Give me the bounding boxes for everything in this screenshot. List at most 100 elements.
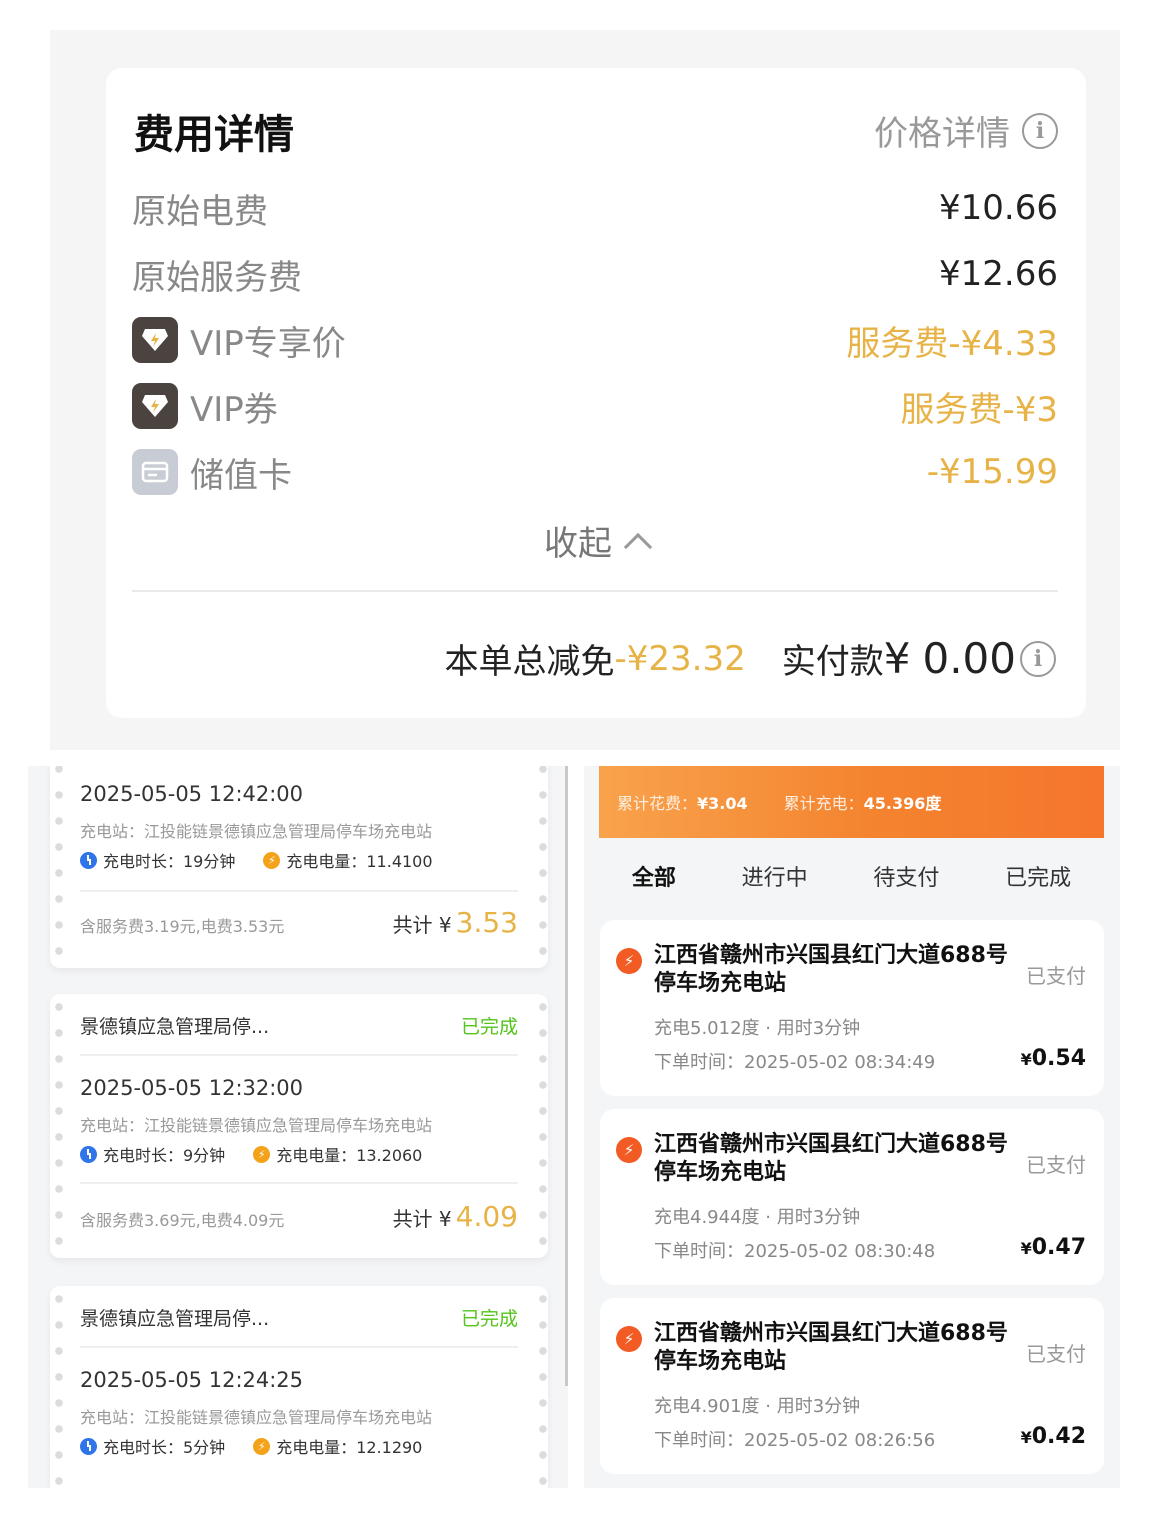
divider bbox=[80, 890, 518, 892]
spend-label: 累计花费： bbox=[617, 794, 698, 813]
clock-icon bbox=[80, 1437, 97, 1455]
fee-row-value: -¥15.99 bbox=[926, 452, 1058, 492]
order-station: 充电站：江投能链景德镇应急管理局停车场充电站 bbox=[80, 1116, 433, 1135]
record-usage: 充电5.012度 · 用时3分钟 bbox=[654, 1018, 861, 1039]
record-title: 江西省赣州市兴国县红门大道688号停车场充电站 bbox=[654, 943, 1008, 996]
order-station: 充电站：江投能链景德镇应急管理局停车场充电站 bbox=[80, 1408, 433, 1427]
order-time: 2025-05-05 12:42:00 bbox=[80, 782, 304, 806]
order-station: 充电站：江投能链景德镇应急管理局停车场充电站 bbox=[80, 822, 433, 841]
scrollbar[interactable] bbox=[565, 766, 568, 1386]
status-badge: 已支付 bbox=[1026, 1153, 1086, 1177]
divider bbox=[132, 590, 1058, 592]
discount-value: -¥23.32 bbox=[614, 638, 746, 679]
price-detail-link[interactable]: 价格详情 i bbox=[874, 106, 1058, 155]
record-usage: 充电4.944度 · 用时3分钟 bbox=[654, 1207, 861, 1228]
record-usage: 充电4.901度 · 用时3分钟 bbox=[654, 1396, 861, 1417]
vip-diamond-icon bbox=[132, 317, 178, 363]
order-header: 景德镇应急管理局停... 已完成 bbox=[80, 1012, 518, 1039]
lightning-icon: ⚡ bbox=[253, 1437, 271, 1455]
currency-symbol: ¥ bbox=[1020, 1239, 1032, 1258]
duration: 充电时长：5分钟 bbox=[103, 1438, 226, 1457]
order-header: 景德镇应急管理局停... 已完成 bbox=[80, 1304, 518, 1331]
fee-row-value: ¥10.66 bbox=[939, 188, 1058, 228]
fee-row-vip-coupon: VIP券 服务费-¥3 bbox=[132, 376, 1058, 436]
chevron-up-icon bbox=[623, 532, 653, 562]
fee-row-stored-card: 储值卡 -¥15.99 bbox=[132, 442, 1058, 502]
fee-note: 含服务费3.69元,电费4.09元 bbox=[80, 1211, 285, 1230]
order-card[interactable]: 2025-05-05 12:42:00 充电站：江投能链景德镇应急管理局停车场充… bbox=[50, 766, 548, 968]
amount-value: 0.42 bbox=[1031, 1424, 1086, 1449]
currency-symbol: ¥ bbox=[1020, 1428, 1032, 1447]
record-card[interactable]: ⚡ 江西省赣州市兴国县红门大道688号停车场充电站 已支付 充电5.012度 ·… bbox=[600, 920, 1104, 1096]
order-stats: 充电时长：5分钟 ⚡ 充电电量：12.1290 bbox=[80, 1434, 422, 1458]
charge-value: 45.396度 bbox=[863, 794, 942, 813]
order-stats: 充电时长：9分钟 ⚡ 充电电量：13.2060 bbox=[80, 1142, 422, 1166]
record-title: 江西省赣州市兴国县红门大道688号停车场充电站 bbox=[654, 1132, 1008, 1185]
info-icon: i bbox=[1022, 112, 1058, 149]
lightning-icon: ⚡ bbox=[616, 1137, 642, 1163]
clock-icon bbox=[80, 851, 97, 869]
tab-pending-payment[interactable]: 待支付 bbox=[873, 860, 939, 892]
vip-diamond-icon bbox=[132, 383, 178, 429]
status-badge: 已支付 bbox=[1026, 964, 1086, 988]
fee-detail-title: 费用详情 bbox=[134, 112, 294, 158]
info-icon[interactable]: i bbox=[1020, 640, 1056, 677]
record-card[interactable]: ⚡ 江西省赣州市兴国县红门大道688号停车场充电站 已支付 充电4.944度 ·… bbox=[600, 1109, 1104, 1285]
charge-label: 累计充电： bbox=[783, 794, 864, 813]
fee-detail-panel: 费用详情 价格详情 i 原始电费 ¥10.66 原始服务费 ¥12.66 VIP… bbox=[50, 30, 1120, 750]
record-amount: ¥0.54 bbox=[1021, 1046, 1086, 1071]
fee-row-label: 原始电费 bbox=[132, 191, 268, 232]
order-card[interactable]: 景德镇应急管理局停... 已完成 2025-05-05 12:24:25 充电站… bbox=[50, 1286, 548, 1488]
order-list: 2025-05-05 12:42:00 充电站：江投能链景德镇应急管理局停车场充… bbox=[28, 766, 568, 1488]
discount-label: 本单总减免 bbox=[444, 642, 615, 682]
order-card[interactable]: 景德镇应急管理局停... 已完成 2025-05-05 12:32:00 充电站… bbox=[50, 994, 548, 1258]
duration: 充电时长：19分钟 bbox=[103, 852, 236, 871]
lightning-icon: ⚡ bbox=[616, 1326, 642, 1352]
tab-completed[interactable]: 已完成 bbox=[1005, 860, 1071, 892]
amount-value: 0.54 bbox=[1031, 1046, 1086, 1071]
fee-detail-card: 费用详情 价格详情 i 原始电费 ¥10.66 原始服务费 ¥12.66 VIP… bbox=[106, 68, 1086, 718]
total-label: 共计 ¥ bbox=[392, 1207, 452, 1231]
currency-symbol: ¥ bbox=[1020, 1050, 1032, 1069]
divider bbox=[80, 1346, 518, 1348]
paid-value: 0.00 bbox=[922, 634, 1016, 683]
amount-value: 0.47 bbox=[1031, 1235, 1086, 1260]
fee-note: 含服务费3.19元,电费3.53元 bbox=[80, 917, 285, 936]
record-title: 江西省赣州市兴国县红门大道688号停车场充电站 bbox=[654, 1321, 1008, 1374]
fee-row-value: 服务费-¥4.33 bbox=[846, 323, 1058, 364]
tab-in-progress[interactable]: 进行中 bbox=[742, 860, 808, 892]
fee-row-label: VIP券 bbox=[190, 389, 278, 430]
fee-row-label: 原始服务费 bbox=[132, 257, 302, 298]
total-summary: 本单总减免 -¥23.32 实付款 ¥ 0.00 i bbox=[444, 634, 1056, 683]
summary-banner: 累计花费：¥3.04 累计充电：45.396度 bbox=[599, 766, 1104, 838]
price-detail-label: 价格详情 bbox=[874, 114, 1010, 154]
total-amount: 3.53 bbox=[455, 906, 518, 939]
banner-stats: 累计花费：¥3.04 累计充电：45.396度 bbox=[617, 790, 941, 814]
status-tabs: 全部 进行中 待支付 已完成 bbox=[599, 860, 1104, 892]
fee-row-value: ¥12.66 bbox=[939, 254, 1058, 294]
duration: 充电时长：9分钟 bbox=[103, 1146, 226, 1165]
status-badge: 已支付 bbox=[1026, 1342, 1086, 1366]
total-label: 共计 ¥ bbox=[392, 913, 452, 937]
status-badge: 已完成 bbox=[460, 1308, 518, 1330]
record-amount: ¥0.47 bbox=[1021, 1235, 1086, 1260]
order-time: 2025-05-05 12:32:00 bbox=[80, 1076, 304, 1100]
lightning-icon: ⚡ bbox=[263, 851, 281, 869]
total-amount: 4.09 bbox=[455, 1200, 518, 1233]
record-card[interactable]: ⚡ 江西省赣州市兴国县红门大道688号停车场充电站 已支付 充电4.901度 ·… bbox=[600, 1298, 1104, 1474]
status-badge: 已完成 bbox=[460, 1016, 518, 1038]
spend-value: ¥3.04 bbox=[697, 794, 748, 813]
order-footer: 含服务费3.19元,电费3.53元 共计 ¥3.53 bbox=[80, 906, 518, 939]
fee-row-value: 服务费-¥3 bbox=[900, 389, 1058, 430]
record-time: 下单时间：2025-05-02 08:34:49 bbox=[654, 1052, 936, 1073]
paid-label: 实付款 bbox=[781, 642, 884, 682]
divider bbox=[80, 1054, 518, 1056]
collapse-button[interactable]: 收起 bbox=[106, 516, 1086, 565]
tab-all[interactable]: 全部 bbox=[632, 860, 676, 892]
paid-currency: ¥ bbox=[883, 634, 911, 683]
fee-row-original-service: 原始服务费 ¥12.66 bbox=[132, 244, 1058, 304]
energy: 充电电量：12.1290 bbox=[276, 1438, 423, 1457]
collapse-label: 收起 bbox=[544, 524, 612, 564]
fee-row-vip-price: VIP专享价 服务费-¥4.33 bbox=[132, 310, 1058, 370]
order-stats: 充电时长：19分钟 ⚡ 充电电量：11.4100 bbox=[80, 848, 433, 872]
